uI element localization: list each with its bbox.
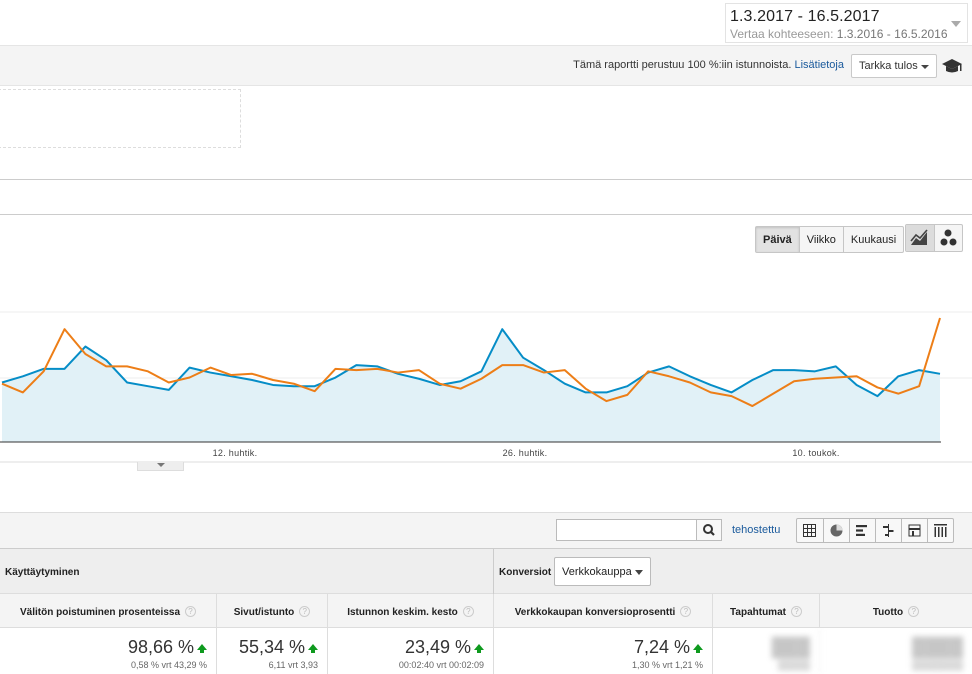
divider [0,214,972,215]
table-column-headers: Välitön poistuminen prosenteissa? Sivut/… [0,594,972,628]
column-header-ecommerce-conversion-rate[interactable]: Verkkokaupan konversioprosentti? [494,594,713,628]
graduation-cap-icon[interactable] [941,56,963,76]
behavior-group-label: Käyttäytyminen [5,567,80,578]
total-avg-session-duration: 23,49 % 00:02:40 vrt 00:02:09 [328,628,494,674]
chart-collapse-toggle[interactable] [137,462,184,471]
column-header-label: Tuotto [872,607,904,618]
view-pivot-button[interactable] [901,519,927,542]
line-chart: 12. huhtik. 26. huhtik. 10. toukok. [0,311,972,463]
date-range-main: 1.3.2017 - 16.5.2017 [730,8,880,25]
table-search-button[interactable] [697,519,722,541]
learn-more-link[interactable]: Lisätietoja [794,59,844,71]
view-performance-button[interactable] [849,519,875,542]
date-range-picker[interactable]: 1.3.2017 - 16.5.2017 Vertaa kohteeseen: … [725,3,968,43]
analytics-report: 1.3.2017 - 16.5.2017 Vertaa kohteeseen: … [0,0,972,674]
date-range-compare: Vertaa kohteeseen: 1.3.2016 - 16.5.2016 [730,27,963,42]
sampling-bar: Tämä raportti perustuu 100 %:iin istunno… [0,45,972,86]
column-header-label: Verkkokaupan konversioprosentti [514,607,676,618]
arrow-up-icon [197,644,207,653]
metric-value: 23,49 % [404,637,471,657]
total-ecommerce-conversion-rate: 7,24 % 1,30 % vrt 1,21 % [494,628,713,674]
column-header-label: Istunnon keskim. kesto [347,607,458,618]
x-tick-label: 10. toukok. [792,448,839,458]
arrow-up-icon [474,644,484,653]
column-header-label: Sivut/istunto [233,607,295,618]
table-toolbar: tehostettu [0,512,972,548]
advanced-filter-link[interactable]: tehostettu [732,524,780,536]
view-pie-button[interactable] [823,519,849,542]
view-comparison-button[interactable] [875,519,901,542]
table-row: 98,66 % 0,58 % vrt 43,29 % 55,34 % 6,11 … [0,628,972,674]
metric-value: 7,24 % [633,637,690,657]
arrow-up-icon [308,644,318,653]
granularity-week-button[interactable]: Viikko [798,227,843,252]
comparison-icon [883,524,894,537]
table-group-header: Käyttäytyminen Konversiot Verkkokauppa [0,548,972,595]
column-header-pages-per-session[interactable]: Sivut/istunto? [217,594,328,628]
help-icon[interactable]: ? [680,606,692,617]
caret-down-icon [921,65,929,69]
conversion-type-value: Verkkokauppa [562,566,632,578]
total-transactions-redacted: ███ █████ [713,628,820,674]
line-chart-icon [910,229,928,245]
view-term-cloud-button[interactable] [927,519,953,542]
help-icon[interactable]: ? [908,606,920,617]
bubble-chart-icon [940,229,957,246]
column-header-revenue[interactable]: Tuotto? [820,594,972,628]
column-header-label: Tapahtumat [730,607,786,618]
segment-placeholder[interactable] [0,89,241,148]
x-tick-label: 26. huhtik. [503,448,548,458]
metric-value: 55,34 % [238,637,305,657]
sampling-text: Tämä raportti perustuu 100 %:iin istunno… [573,59,792,71]
conversions-group-label: Konversiot [499,567,552,578]
x-tick-label: 12. huhtik. [213,448,258,458]
bar-list-icon [856,525,867,536]
column-header-avg-session-duration[interactable]: Istunnon keskim. kesto? [328,594,494,628]
metric-comparison: 0,58 % vrt 43,29 % [130,660,207,670]
pivot-icon [908,524,921,537]
granularity-month-button[interactable]: Kuukausi [842,227,903,252]
grid-icon [803,524,816,537]
caret-down-icon [635,570,643,575]
column-header-label: Välitön poistuminen prosenteissa [19,607,181,618]
total-pages-per-session: 55,34 % 6,11 vrt 3,93 [217,628,328,674]
search-icon [703,524,715,536]
metric-comparison: 00:02:40 vrt 00:02:09 [398,660,484,670]
granularity-buttons: Päivä Viikko Kuukausi [755,226,905,253]
help-icon[interactable]: ? [185,606,197,617]
table-view-buttons [796,518,954,543]
table-search-input[interactable] [556,519,697,541]
chart-type-buttons [905,224,963,252]
line-chart-button[interactable] [906,225,934,251]
total-revenue-redacted: ████ ████████ [911,637,963,670]
compare-label: Vertaa kohteeseen: [730,27,834,41]
metric-value: 98,66 % [127,637,194,657]
help-icon[interactable]: ? [299,606,311,617]
view-table-button[interactable] [797,519,823,542]
column-header-bounce-rate[interactable]: Välitön poistuminen prosenteissa? [0,594,217,628]
conversion-type-dropdown[interactable]: Verkkokauppa [554,557,651,586]
divider [493,549,494,595]
columns-icon [934,524,947,537]
accuracy-label: Tarkka tulos [859,60,918,72]
help-icon[interactable]: ? [462,606,474,617]
granularity-day-button[interactable]: Päivä [756,227,799,252]
chevron-down-icon [951,21,961,27]
total-bounce-rate: 98,66 % 0,58 % vrt 43,29 % [0,628,217,674]
motion-chart-button[interactable] [934,225,962,251]
metric-comparison: 6,11 vrt 3,93 [268,660,318,670]
arrow-up-icon [693,644,703,653]
compare-value: 1.3.2016 - 16.5.2016 [836,27,948,41]
column-header-transactions[interactable]: Tapahtumat? [713,594,820,628]
metric-comparison: 1,30 % vrt 1,21 % [631,660,703,670]
sampling-notice: Tämä raportti perustuu 100 %:iin istunno… [573,59,844,71]
pie-chart-icon [830,524,843,537]
help-icon[interactable]: ? [790,606,802,617]
sampling-accuracy-dropdown[interactable]: Tarkka tulos [851,54,937,78]
divider [0,179,972,180]
